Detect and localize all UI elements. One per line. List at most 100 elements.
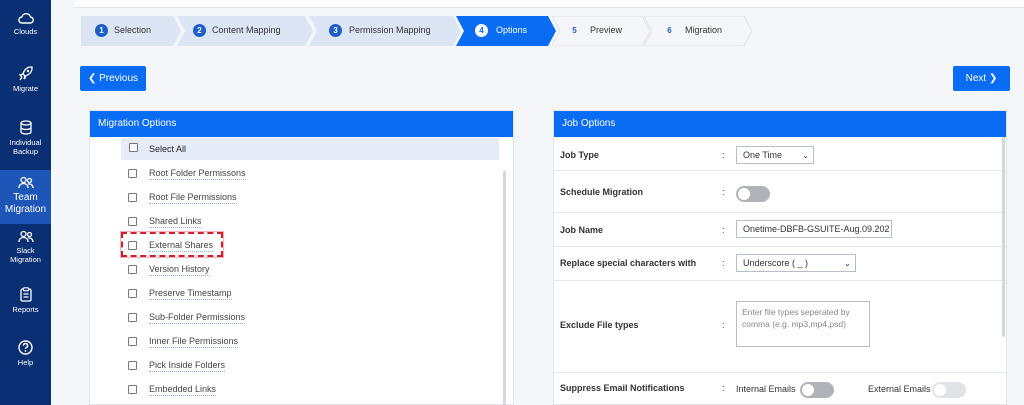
sidebar-item-clouds[interactable]: Clouds [0,12,51,52]
option-checkbox[interactable] [128,385,137,394]
replace-characters-row: Replace special characters with : Unders… [554,247,1006,281]
sidebar-item-label: Individual Backup [9,138,42,156]
sidebar-item-migrate[interactable]: Migrate [0,66,51,106]
step-label: Selection [114,25,152,35]
option-label: Pick Inside Folders [149,360,226,372]
option-label: Preserve Timestamp [149,288,232,300]
database-icon [19,120,32,135]
suppress-email-row: Suppress Email Notifications : Internal … [554,373,1006,405]
option-label: Embedded Links [149,384,217,396]
job-type-row: Job Type : One Time ⌄ [554,138,1006,171]
step-label: Migration [685,25,723,35]
toggle-knob [934,384,946,396]
report-icon [19,287,32,302]
job-type-value: One Time [743,150,783,160]
sidebar-item-reports[interactable]: Reports [0,287,51,317]
toggle-knob [802,384,814,396]
job-type-label: Job Type [560,150,599,160]
scrollbar[interactable] [503,171,506,405]
sidebar-item-label: Reports [12,305,39,314]
exclude-file-types-input[interactable]: Enter file types seperated by comma (e.g… [736,301,870,347]
step-number: 4 [475,24,488,37]
job-name-row: Job Name : Onetime-DBFB-GSUITE-Aug.09.20… [554,213,1006,247]
step-number: 5 [572,26,577,35]
step-label: Preview [590,25,623,35]
sidebar-item-team-migration[interactable]: Team Migration [0,170,51,224]
sidebar-item-label: Team Migration [4,192,47,215]
colon: : [722,383,725,393]
sidebar-item-individual-backup[interactable]: Individual Backup [0,120,51,166]
option-checkbox[interactable] [128,361,137,370]
external-emails-toggle[interactable] [932,382,966,398]
previous-button-label: Previous [99,73,139,84]
select-all-row[interactable]: Select All [121,138,499,160]
option-checkbox[interactable] [128,313,137,322]
migration-options-panel: Migration Options Select All Root Folder… [89,110,514,405]
option-checkbox[interactable] [128,337,137,346]
cloud-icon [17,13,34,24]
external-emails-label: External Emails [868,384,931,394]
option-label: Shared Links [149,216,202,228]
help-icon [18,340,33,355]
option-label: Inner File Permissions [149,336,239,348]
option-label: Root Folder Permissons [149,168,246,180]
colon: : [722,187,725,197]
replace-characters-select[interactable]: Underscore ( _ ) ⌄ [736,254,856,272]
option-checkbox[interactable] [128,217,137,226]
option-label: Root File Permissions [149,192,237,204]
next-button-label: Next [965,73,987,84]
colon: : [722,225,725,235]
replace-characters-label: Replace special characters with [560,258,697,268]
step-number: 6 [667,26,672,35]
exclude-file-types-row: Exclude File types : Enter file types se… [554,281,1006,373]
schedule-toggle[interactable] [736,186,770,202]
job-name-input[interactable]: Onetime-DBFB-GSUITE-Aug.09.202 [736,220,892,238]
job-options-panel: Job Options Job Type : One Time ⌄ Schedu… [553,110,1007,405]
select-all-label: Select All [149,144,187,154]
scrollbar[interactable] [1002,137,1005,337]
previous-button[interactable]: ❮ Previous [80,66,146,91]
sidebar-item-label: Slack Migration [10,246,41,264]
step-number: 2 [193,24,206,37]
colon: : [722,320,725,330]
internal-emails-toggle[interactable] [800,382,834,398]
sidebar-item-label: Migrate [12,84,38,93]
select-all-checkbox[interactable] [129,143,138,152]
schedule-label: Schedule Migration [560,187,644,197]
team-icon [17,176,34,189]
internal-emails-label: Internal Emails [736,384,796,394]
rocket-icon [18,66,33,81]
job-name-label: Job Name [560,225,604,235]
next-button[interactable]: Next ❯ [953,66,1010,91]
job-type-select[interactable]: One Time ⌄ [736,146,814,164]
chevron-left-icon: ❮ [87,73,97,84]
sidebar-item-slack-migration[interactable]: Slack Migration [0,230,51,274]
chevron-down-icon: ⌄ [802,151,809,160]
sidebar-item-label: Help [17,358,34,367]
top-bar [75,0,1024,8]
team-icon [17,230,34,243]
option-checkbox[interactable] [128,169,137,178]
sidebar-item-help[interactable]: Help [0,340,51,370]
wizard-stepper: 1 Selection 2 Content Mapping 3 Permissi… [81,16,761,46]
option-checkbox[interactable] [128,289,137,298]
replace-characters-value: Underscore ( _ ) [743,258,809,268]
step-number: 1 [95,24,108,37]
job-options-title: Job Options [554,111,1006,137]
sidebar-item-label: Clouds [13,27,38,36]
step-label: Content Mapping [212,25,281,35]
suppress-email-label: Suppress Email Notifications [560,383,685,393]
chevron-down-icon: ⌄ [844,259,851,268]
exclude-file-types-label: Exclude File types [560,320,639,330]
option-checkbox[interactable] [128,193,137,202]
toggle-knob [738,188,750,200]
option-label: Version History [149,264,210,276]
chevron-right-icon: ❯ [988,73,998,84]
sidebar: Clouds Migrate Individual Backup Team Mi… [0,0,51,405]
colon: : [722,150,725,160]
option-label: Sub-Folder Permissions [149,312,246,324]
migration-options-title: Migration Options [90,111,513,137]
option-checkbox[interactable] [128,265,137,274]
step-label: Options [496,25,528,35]
step-number: 3 [329,24,342,37]
